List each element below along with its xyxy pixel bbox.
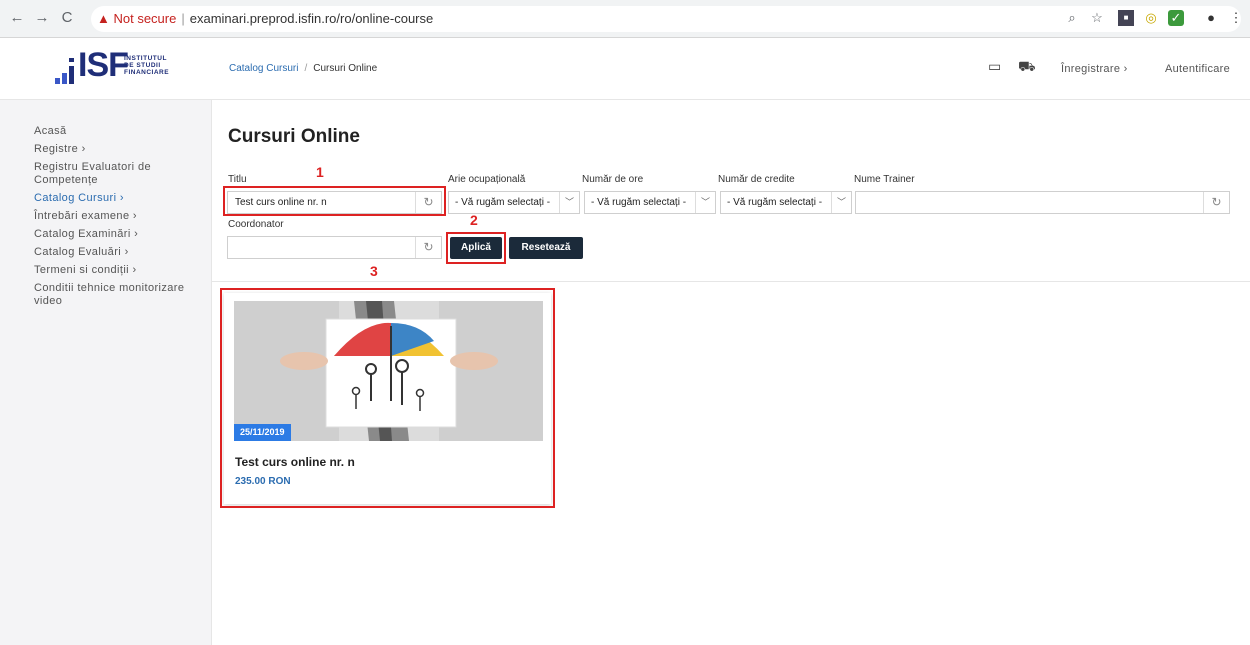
browser-toolbar: ← → C ▲ Not secure | examinari.preprod.isf… <box>0 0 1250 38</box>
chevron-down-icon: ﹀ <box>695 192 715 213</box>
divider <box>212 281 1250 282</box>
url-text: examinari.preprod.isfin.ro/ro/online-cou… <box>189 11 434 26</box>
sidebar-item-registru-evaluatori[interactable]: Registru Evaluatori de Competențe <box>34 161 209 187</box>
annotation-2: 2 <box>470 212 478 228</box>
sidebar-item-acasa[interactable]: Acasă <box>34 125 209 138</box>
titlu-label: Titlu <box>228 174 247 185</box>
annotation-3: 3 <box>370 263 378 279</box>
menu-dots-icon[interactable]: ⋮ <box>1228 10 1244 26</box>
trainer-input[interactable]: ↻ <box>855 191 1230 214</box>
arie-label: Arie ocupațională <box>448 174 526 185</box>
logo-letters: ISF <box>78 46 129 84</box>
chevron-down-icon: ﹀ <box>559 192 579 213</box>
annotation-box-1 <box>223 186 446 216</box>
zoom-icon[interactable]: ⌕ <box>1064 10 1080 26</box>
extension-icon-2[interactable]: ◎ <box>1143 10 1159 26</box>
sidebar-item-catalog-examinari[interactable]: Catalog Examinări › <box>34 228 209 241</box>
annotation-1: 1 <box>316 164 324 180</box>
breadcrumb-current: Cursuri Online <box>313 63 378 74</box>
trainer-label: Nume Trainer <box>854 174 915 185</box>
coord-input[interactable]: ↻ <box>227 236 442 259</box>
sidebar: ISF INSTITUTUL DE STUDII FINANCIARE Acas… <box>0 38 212 645</box>
logo[interactable]: ISF INSTITUTUL DE STUDII FINANCIARE <box>0 38 212 100</box>
sidebar-item-termeni[interactable]: Termeni si condiții › <box>34 264 209 277</box>
logo-subtitle: INSTITUTUL DE STUDII FINANCIARE <box>124 55 170 76</box>
coord-clear-icon[interactable]: ↻ <box>415 237 441 258</box>
reset-button[interactable]: Resetează <box>509 237 583 259</box>
annotation-box-3 <box>220 288 555 508</box>
register-link[interactable]: Înregistrare › <box>1061 63 1128 75</box>
sidebar-item-catalog-evaluari[interactable]: Catalog Evaluări › <box>34 246 209 259</box>
credite-label: Număr de credite <box>718 174 795 185</box>
ore-select[interactable]: - Vă rugăm selectați - ﹀ <box>584 191 716 214</box>
arie-select[interactable]: - Vă rugăm selectați - ﹀ <box>448 191 580 214</box>
credite-select[interactable]: - Vă rugăm selectați - ﹀ <box>720 191 852 214</box>
extension-shield-icon[interactable]: ✓ <box>1168 10 1184 26</box>
sidebar-item-intrebari-examene[interactable]: Întrebări examene › <box>34 210 209 223</box>
sidebar-item-registre[interactable]: Registre › <box>34 143 209 156</box>
breadcrumb-catalog-cursuri[interactable]: Catalog Cursuri <box>229 63 298 74</box>
calendar-icon[interactable]: ▭ <box>988 58 1001 75</box>
star-icon[interactable]: ☆ <box>1089 10 1105 26</box>
extension-icon[interactable]: ■ <box>1118 10 1134 26</box>
ore-label: Număr de ore <box>582 174 644 185</box>
chevron-down-icon: ﹀ <box>831 192 851 213</box>
cart-icon[interactable]: ⛟ <box>1018 58 1036 77</box>
breadcrumb: Catalog Cursuri / Cursuri Online <box>229 63 378 74</box>
coord-label: Coordonator <box>228 219 284 230</box>
forward-icon[interactable]: → <box>33 9 51 27</box>
login-link[interactable]: Autentificare <box>1165 63 1230 75</box>
sidebar-item-catalog-cursuri[interactable]: Catalog Cursuri › <box>34 192 209 205</box>
back-icon[interactable]: ← <box>8 9 26 27</box>
trainer-clear-icon[interactable]: ↻ <box>1203 192 1229 213</box>
main-content: Cursuri Online 1 2 3 Titlu Arie ocupațio… <box>212 100 1250 645</box>
annotation-box-2 <box>446 232 506 264</box>
not-secure-label: ▲ Not secure <box>97 11 177 26</box>
sidebar-menu: Acasă Registre › Registru Evaluatori de … <box>34 125 209 313</box>
profile-icon[interactable]: ● <box>1203 10 1219 26</box>
page-title: Cursuri Online <box>228 126 360 147</box>
sidebar-item-conditii-tehnice[interactable]: Conditii tehnice monitorizare video <box>34 282 209 308</box>
reload-icon[interactable]: C <box>58 9 76 27</box>
header: Catalog Cursuri / Cursuri Online ▭ ⛟ Înreg… <box>212 38 1250 100</box>
logo-bars-icon <box>55 52 77 84</box>
